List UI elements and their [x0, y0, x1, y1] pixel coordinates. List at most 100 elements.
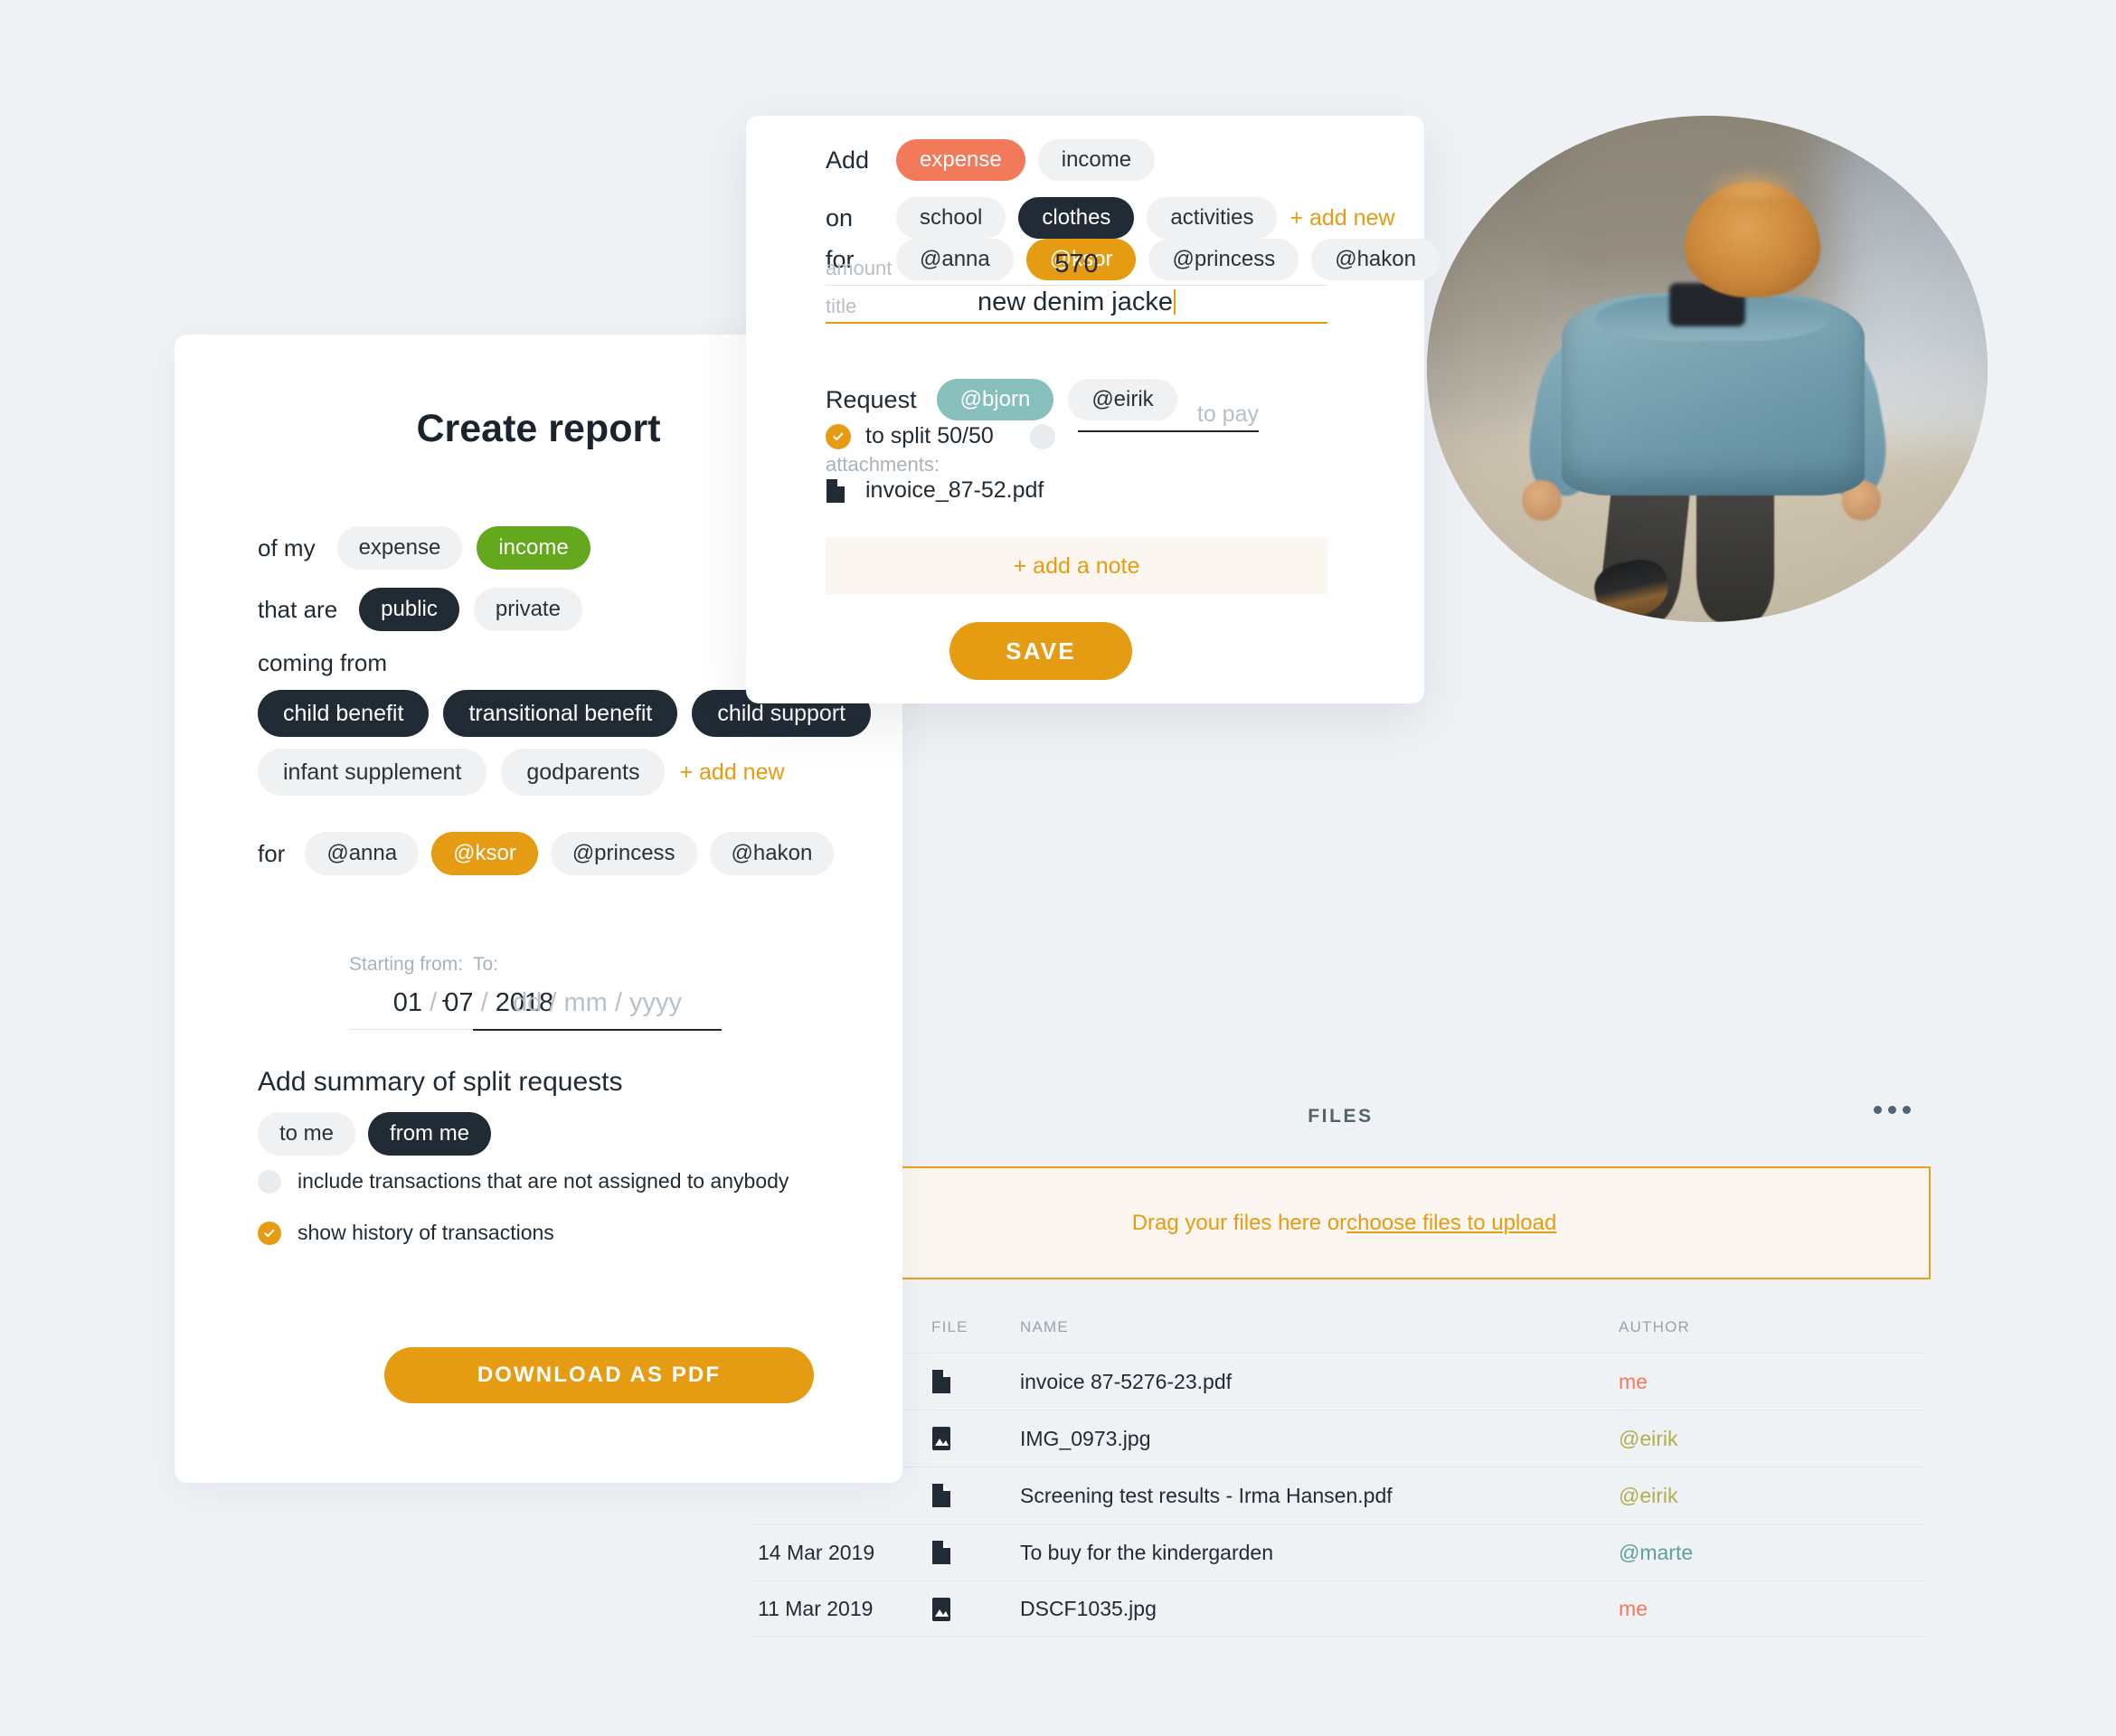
- report-for-ksor[interactable]: @ksor: [431, 832, 538, 875]
- amount-field[interactable]: amount 570: [826, 250, 1327, 286]
- add-transaction-card: Add expense income on school clothes act…: [746, 116, 1440, 703]
- document-icon: [932, 1541, 950, 1564]
- text-caret: [1174, 289, 1176, 315]
- report-source-godparents[interactable]: godparents: [501, 749, 666, 796]
- table-row[interactable]: IMG_0973.jpg @eirik: [751, 1410, 1926, 1467]
- summary-options-row: to me from me: [258, 1112, 492, 1156]
- report-source-transitional-benefit[interactable]: transitional benefit: [443, 690, 678, 737]
- file-dropzone[interactable]: Drag your files here or choose files to …: [758, 1166, 1931, 1279]
- date-to-field[interactable]: To: dd / mm / yyyy: [473, 954, 722, 1031]
- amount-value[interactable]: 570: [826, 250, 1327, 279]
- add-category-clothes[interactable]: clothes: [1018, 197, 1135, 239]
- report-visibility-private[interactable]: private: [473, 588, 582, 631]
- add-type-label: Add: [826, 146, 870, 174]
- image-icon: [932, 1597, 950, 1621]
- document-icon: [827, 478, 845, 503]
- attachments-label: attachments:: [826, 453, 940, 476]
- add-category-school[interactable]: school: [896, 197, 1006, 239]
- checkbox-show-history-label: show history of transactions: [298, 1221, 554, 1244]
- table-row[interactable]: 11 Mar 2019 DSCF1035.jpg me: [751, 1580, 1926, 1637]
- report-type-income[interactable]: income: [477, 526, 590, 570]
- report-source-row-2: infant supplement godparents + add new: [258, 749, 785, 796]
- report-source-label: coming from: [258, 649, 388, 676]
- col-author: AUTHOR: [1619, 1318, 1690, 1335]
- files-table: FILE NAME AUTHOR invoice 87-5276-23.pdf m…: [751, 1302, 1926, 1637]
- row-author[interactable]: @eirik: [1619, 1427, 1926, 1451]
- row-file-icon: [931, 1426, 1020, 1451]
- add-note-button[interactable]: + add a note: [826, 538, 1327, 594]
- request-bjorn[interactable]: @bjorn: [936, 379, 1054, 420]
- checkbox-include-unassigned[interactable]: include transactions that are not assign…: [258, 1169, 789, 1194]
- row-file-icon: [931, 1369, 1020, 1394]
- check-icon: [264, 1229, 275, 1237]
- attachment-item[interactable]: invoice_87-52.pdf: [826, 477, 1044, 504]
- document-icon: [932, 1370, 950, 1393]
- radio-to-pay[interactable]: [1029, 423, 1055, 449]
- add-for-hakon[interactable]: @hakon: [1311, 239, 1440, 280]
- document-icon: [932, 1484, 950, 1507]
- files-panel-title: FILES: [1308, 1106, 1374, 1127]
- add-category-activities[interactable]: activities: [1147, 197, 1278, 239]
- to-pay-placeholder: to pay: [1196, 401, 1259, 427]
- title-field[interactable]: title new denim jacke: [826, 288, 1327, 324]
- row-name[interactable]: IMG_0973.jpg: [1020, 1427, 1619, 1451]
- child-photo: [1427, 116, 1988, 622]
- checkbox-show-history-box[interactable]: [258, 1221, 281, 1245]
- summary-to-me[interactable]: to me: [258, 1112, 356, 1156]
- choose-files-link[interactable]: choose files to upload: [1346, 1211, 1556, 1236]
- files-more-options-icon[interactable]: [1874, 1106, 1911, 1114]
- split-5050-label: to split 50/50: [865, 423, 994, 448]
- report-type-row: of my expense income: [258, 526, 590, 570]
- row-author[interactable]: me: [1619, 1597, 1926, 1621]
- to-pay-field[interactable]: to pay: [1078, 401, 1259, 432]
- row-file-icon: [931, 1483, 1020, 1508]
- date-to-value[interactable]: dd / mm / yyyy: [473, 988, 722, 1031]
- attachment-name: invoice_87-52.pdf: [865, 477, 1044, 503]
- summary-from-me[interactable]: from me: [368, 1112, 492, 1156]
- report-for-anna[interactable]: @anna: [305, 832, 420, 875]
- table-row[interactable]: invoice 87-5276-23.pdf me: [751, 1353, 1926, 1410]
- date-to-label: To:: [473, 954, 499, 975]
- dropzone-text: Drag your files here or: [1131, 1210, 1347, 1235]
- table-row[interactable]: Screening test results - Irma Hansen.pdf…: [751, 1467, 1926, 1524]
- title-value: new denim jacke: [978, 288, 1173, 316]
- row-name[interactable]: DSCF1035.jpg: [1020, 1597, 1619, 1621]
- save-button[interactable]: SAVE: [949, 622, 1132, 680]
- row-date: 11 Mar 2019: [758, 1597, 874, 1620]
- report-visibility-row: that are public private: [258, 588, 582, 631]
- report-visibility-public[interactable]: public: [359, 588, 459, 631]
- report-type-label: of my: [258, 533, 316, 561]
- check-icon: [833, 432, 844, 440]
- split-options-row: to split 50/50: [826, 423, 1055, 449]
- row-author[interactable]: me: [1619, 1370, 1926, 1394]
- row-name[interactable]: Screening test results - Irma Hansen.pdf: [1020, 1484, 1619, 1508]
- report-type-expense[interactable]: expense: [336, 526, 463, 570]
- report-for-hakon[interactable]: @hakon: [709, 832, 835, 875]
- report-source-infant-supplement[interactable]: infant supplement: [258, 749, 487, 796]
- row-file-icon: [931, 1540, 1020, 1565]
- date-range-dash: -: [441, 986, 449, 1013]
- download-as-pdf-button[interactable]: DOWNLOAD AS PDF: [384, 1347, 814, 1403]
- report-for-label: for: [258, 839, 286, 867]
- col-file: FILE: [931, 1318, 968, 1335]
- row-author[interactable]: @eirik: [1619, 1484, 1926, 1508]
- report-source-add-new[interactable]: + add new: [679, 760, 784, 786]
- image-icon: [932, 1427, 950, 1450]
- title-value-wrap[interactable]: new denim jacke: [826, 288, 1327, 317]
- radio-split-5050[interactable]: [826, 423, 851, 449]
- report-for-princess[interactable]: @princess: [550, 832, 697, 875]
- summary-label: Add summary of split requests: [258, 1067, 623, 1097]
- files-table-body: invoice 87-5276-23.pdf me IMG_0973.jpg @eir…: [751, 1353, 1926, 1637]
- row-name[interactable]: invoice 87-5276-23.pdf: [1020, 1370, 1619, 1394]
- add-type-row: Add expense income: [826, 139, 1156, 181]
- row-date: 14 Mar 2019: [758, 1540, 875, 1564]
- table-row[interactable]: 14 Mar 2019 To buy for the kindergarden @m…: [751, 1524, 1926, 1580]
- row-name[interactable]: To buy for the kindergarden: [1020, 1541, 1619, 1565]
- add-type-expense[interactable]: expense: [896, 139, 1025, 181]
- checkbox-include-unassigned-box[interactable]: [258, 1169, 281, 1194]
- add-type-income[interactable]: income: [1037, 139, 1156, 181]
- row-author[interactable]: @marte: [1619, 1541, 1926, 1565]
- report-source-child-benefit[interactable]: child benefit: [258, 690, 430, 737]
- add-category-add-new[interactable]: + add new: [1289, 205, 1394, 231]
- checkbox-show-history[interactable]: show history of transactions: [258, 1221, 554, 1245]
